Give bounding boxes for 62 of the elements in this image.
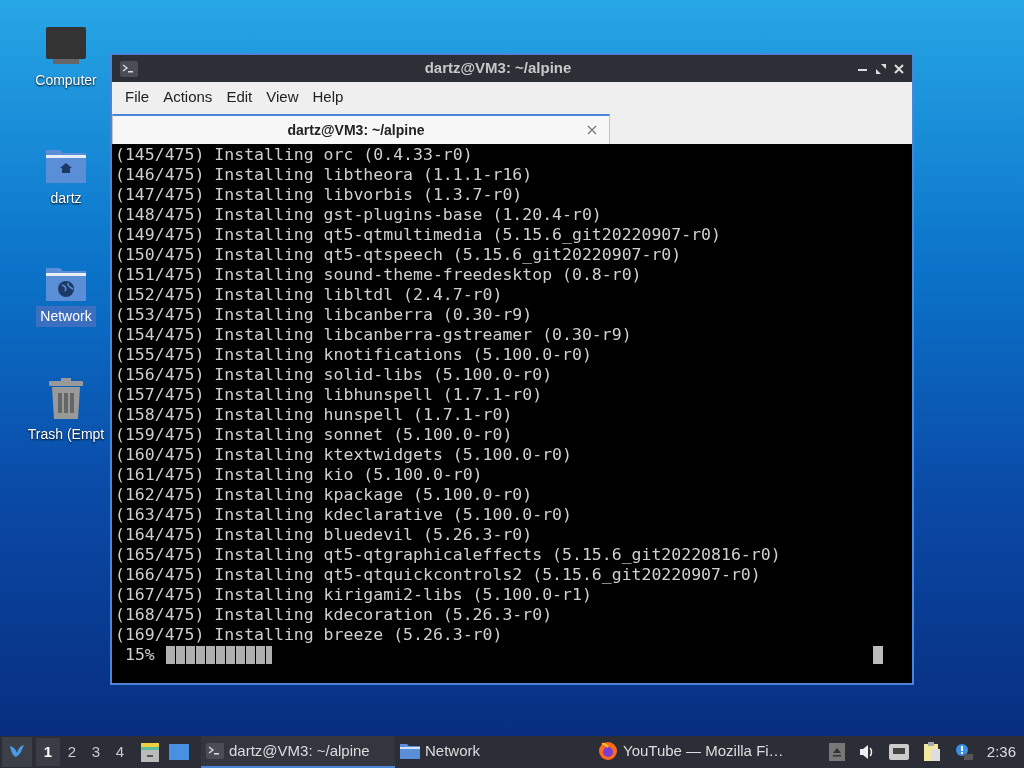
desktop-icon-label[interactable]: Trash (Empt <box>23 424 109 445</box>
taskbar-task[interactable]: dartz@VM3: ~/alpine <box>201 736 395 768</box>
terminal-line: (155/475) Installing knotifications (5.100.0-r0) <box>115 345 593 365</box>
monitor-icon <box>45 26 87 66</box>
menu-item[interactable]: File <box>120 85 155 109</box>
terminal-line: (165/475) Installing qt5-qtgraphicaleffects (5.15.6_git20220816-r0) <box>115 545 782 565</box>
menu-item[interactable]: Help <box>307 85 349 109</box>
file-cabinet-icon[interactable] <box>140 741 160 763</box>
menu-item[interactable]: Edit <box>221 85 258 109</box>
start-menu-button[interactable] <box>2 737 32 767</box>
terminal-line: (166/475) Installing qt5-qtquickcontrols2 (5.15.6_git20220907-r0) <box>115 565 762 585</box>
notification-icon[interactable] <box>954 743 973 761</box>
terminal-line: (148/475) Installing gst-plugins-base (1.20.4-r0) <box>115 205 603 225</box>
terminal-line: (157/475) Installing libhunspell (1.7.1-r0) <box>115 385 544 405</box>
desktop-icon-label[interactable]: dartz <box>46 188 86 209</box>
clipboard-icon[interactable] <box>922 742 941 762</box>
terminal-line: (169/475) Installing breeze (5.26.3-r0) <box>115 625 504 645</box>
terminal-line: (145/475) Installing orc (0.4.33-r0) <box>115 145 474 165</box>
terminal-line: (151/475) Installing sound-theme-freedesktop (0.8-r0) <box>115 265 643 285</box>
maximize-icon[interactable] <box>876 63 886 74</box>
desktop-icon[interactable] <box>169 743 189 761</box>
terminal-line: (161/475) Installing kio (5.100.0-r0) <box>115 465 484 485</box>
terminal-line: (147/475) Installing libvorbis (1.3.7-r0) <box>115 185 524 205</box>
terminal-line: (168/475) Installing kdecoration (5.26.3-r0) <box>115 605 554 625</box>
workspace-button[interactable]: 1 <box>36 738 60 766</box>
eject-icon[interactable] <box>828 743 845 761</box>
terminal-line: (158/475) Installing hunspell (1.7.1-r0) <box>115 405 514 425</box>
terminal-line: (154/475) Installing libcanberra-gstreamer (0.30-r9) <box>115 325 633 345</box>
terminal-line: (160/475) Installing ktextwidgets (5.100.0-r0) <box>115 445 573 465</box>
terminal-line: (163/475) Installing kdeclarative (5.100.0-r0) <box>115 505 573 525</box>
window-title: dartz@VM3: ~/alpine <box>423 58 573 79</box>
workspace-button[interactable]: 3 <box>84 738 108 766</box>
menu-item[interactable]: View <box>261 85 304 109</box>
terminal-line: (152/475) Installing libltdl (2.4.7-r0) <box>115 285 504 305</box>
taskbar-task[interactable]: YouTube — Mozilla Fi… <box>593 736 793 768</box>
folder-icon <box>400 743 420 759</box>
trash-icon <box>47 378 85 420</box>
terminal-line: (150/475) Installing qt5-qtspeech (5.15.6_git20220907-r0) <box>115 245 683 265</box>
cursor <box>873 646 883 664</box>
close-tab-icon[interactable] <box>587 125 597 135</box>
close-icon[interactable] <box>894 63 904 74</box>
terminal-line: (162/475) Installing kpackage (5.100.0-r0) <box>115 485 534 505</box>
terminal-line: (167/475) Installing kirigami2-libs (5.100.0-r1) <box>115 585 593 605</box>
terminal-line: (149/475) Installing qt5-qtmultimedia (5.15.6_git20220907-r0) <box>115 225 722 245</box>
terminal-tab[interactable]: dartz@VM3: ~/alpine <box>112 114 610 144</box>
taskbar-task[interactable]: Network <box>395 736 593 768</box>
workspace-button[interactable]: 2 <box>60 738 84 766</box>
terminal-icon <box>206 743 224 759</box>
desktop-icon-label[interactable]: Network <box>36 306 96 327</box>
terminal-line: (159/475) Installing sonnet (5.100.0-r0) <box>115 425 514 445</box>
terminal-line: (164/475) Installing bluedevil (5.26.3-r0) <box>115 525 534 545</box>
clock[interactable]: 2:36 <box>986 740 1016 764</box>
menu-item[interactable]: Actions <box>158 85 218 109</box>
network-port-icon[interactable] <box>888 744 909 760</box>
terminal-line: (153/475) Installing libcanberra (0.30-r9) <box>115 305 534 325</box>
terminal-line: (156/475) Installing solid-libs (5.100.0-r0) <box>115 365 554 385</box>
volume-icon[interactable] <box>858 744 875 760</box>
workspace-button[interactable]: 4 <box>108 738 132 766</box>
progress-percent: 15% <box>124 645 156 665</box>
terminal-line: (146/475) Installing libtheora (1.1.1-r16) <box>115 165 534 185</box>
terminal-icon <box>120 60 138 77</box>
browser-icon <box>598 741 618 761</box>
